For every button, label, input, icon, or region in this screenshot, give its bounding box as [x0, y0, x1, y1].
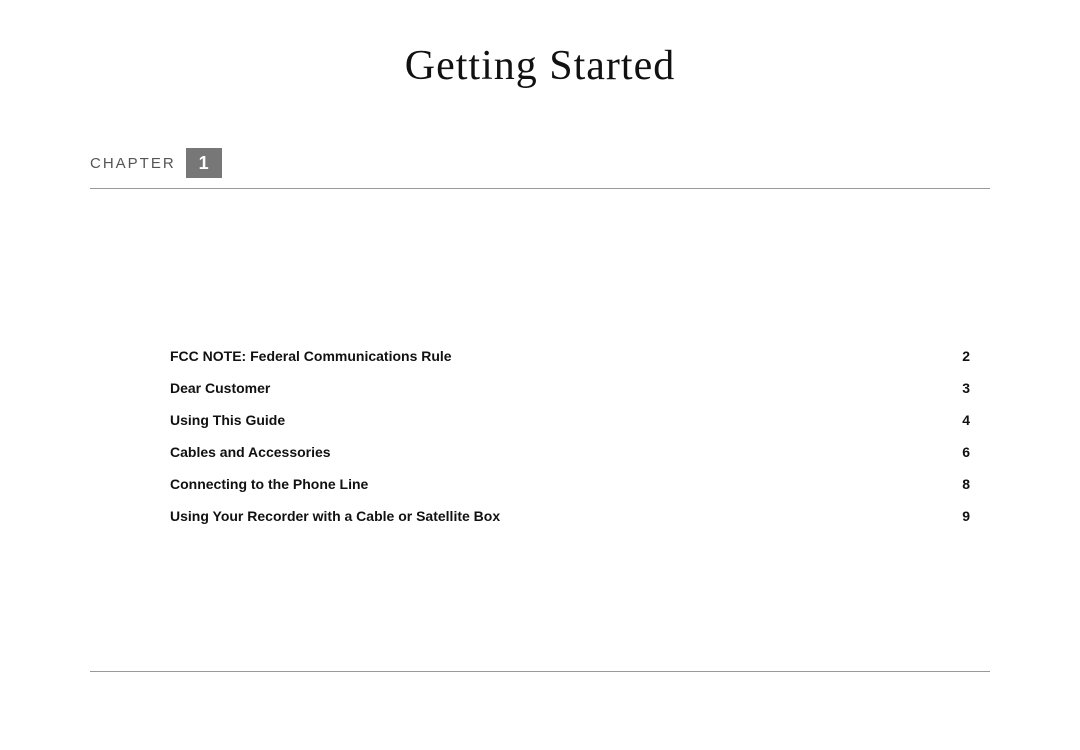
page: Chapter 1 Getting Started FCC NOTE: Fede… — [0, 0, 1080, 750]
toc-entry-page: 3 — [960, 380, 990, 396]
toc-entry-page: 2 — [960, 348, 990, 364]
toc-row: Connecting to the Phone Line 8 — [90, 468, 990, 500]
toc-section: FCC NOTE: Federal Communications Rule 2 De… — [90, 340, 990, 532]
toc-row: Dear Customer 3 — [90, 372, 990, 404]
toc-entry-label: Using Your Recorder with a Cable or Sate… — [90, 508, 500, 524]
toc-entry-label: FCC NOTE: Federal Communications Rule — [90, 348, 452, 364]
toc-entry-label: Using This Guide — [90, 412, 285, 428]
chapter-divider-bottom — [90, 671, 990, 672]
chapter-word: Chapter — [90, 155, 176, 172]
toc-entry-page: 4 — [960, 412, 990, 428]
toc-entry-page: 8 — [960, 476, 990, 492]
chapter-title: Getting Started — [90, 42, 990, 90]
toc-row: Using Your Recorder with a Cable or Sate… — [90, 500, 990, 532]
toc-row: Cables and Accessories 6 — [90, 436, 990, 468]
content-area: Chapter 1 Getting Started FCC NOTE: Fede… — [90, 0, 990, 750]
toc-entry-page: 6 — [960, 444, 990, 460]
toc-container: FCC NOTE: Federal Communications Rule 2 De… — [90, 340, 990, 532]
chapter-header: Chapter 1 — [90, 148, 990, 189]
chapter-divider-top — [90, 188, 990, 189]
toc-entry-label: Dear Customer — [90, 380, 270, 396]
toc-entry-label: Connecting to the Phone Line — [90, 476, 368, 492]
toc-row: Using This Guide 4 — [90, 404, 990, 436]
chapter-label-row: Chapter 1 — [90, 148, 990, 178]
chapter-number-box: 1 — [186, 148, 222, 178]
toc-entry-page: 9 — [960, 508, 990, 524]
toc-entry-label: Cables and Accessories — [90, 444, 331, 460]
toc-row: FCC NOTE: Federal Communications Rule 2 — [90, 340, 990, 372]
